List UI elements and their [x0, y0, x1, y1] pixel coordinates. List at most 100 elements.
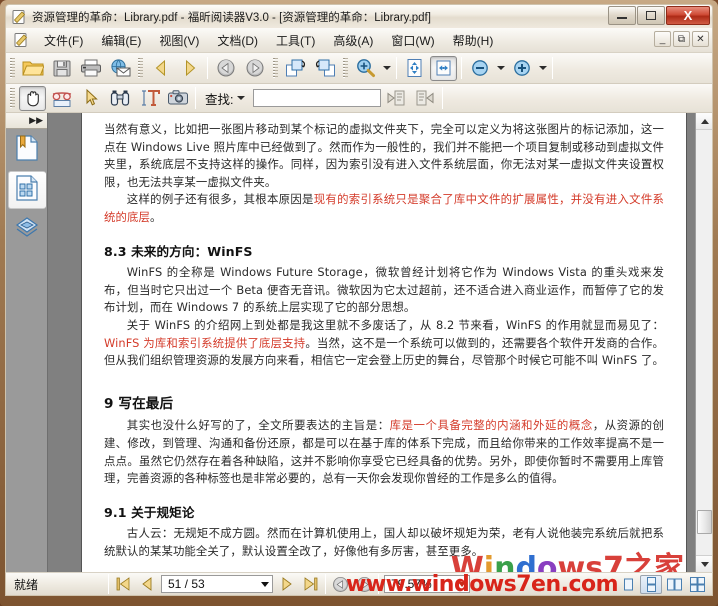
find-binoculars-button[interactable] — [106, 86, 133, 111]
tools-separator-2 — [442, 87, 444, 109]
previous-page-button[interactable] — [135, 574, 159, 594]
scroll-up-arrow-icon[interactable] — [696, 113, 712, 130]
rotate-counterclockwise-button[interactable] — [311, 56, 338, 81]
zoom-level-value: 79.57% — [391, 577, 432, 591]
zoom-dropdown-arrow[interactable] — [380, 56, 393, 81]
save-button[interactable] — [48, 56, 75, 81]
menu-document[interactable]: 文档(D) — [208, 29, 267, 52]
menu-tools[interactable]: 工具(T) — [267, 29, 324, 52]
open-file-button[interactable] — [19, 56, 46, 81]
paragraph: 当然有意义，比如把一张图片移动到某个标记的虚拟文件夹下，完全可以定义为将这张图片… — [104, 122, 664, 189]
navigation-pane: ▶▶ — [6, 113, 48, 572]
pdf-document-icon — [11, 9, 27, 25]
status-bar: 就绪 51 / 53 79.57% www.windows7en.com — [5, 572, 713, 596]
tools-toolbar: 查找: — [6, 84, 712, 113]
print-button[interactable] — [77, 56, 104, 81]
find-previous-button[interactable] — [382, 86, 409, 111]
last-page-button[interactable] — [299, 574, 323, 594]
close-button[interactable]: X — [666, 6, 710, 25]
minimize-button[interactable] — [608, 6, 636, 25]
section-heading: 9.1 关于规矩论 — [104, 504, 195, 520]
find-dropdown-arrow[interactable] — [234, 86, 247, 111]
tools-toolbar-grip[interactable] — [10, 87, 15, 109]
facing-view-button[interactable] — [663, 575, 685, 594]
toolbar-grip-2[interactable] — [138, 57, 143, 79]
chevron-down-icon[interactable] — [458, 582, 466, 587]
reading-glasses-button[interactable] — [48, 86, 75, 111]
zoom-in-dropdown-arrow[interactable] — [536, 56, 549, 81]
hand-tool-button[interactable] — [19, 85, 46, 111]
continuous-view-button[interactable] — [640, 574, 662, 594]
close-icon: X — [683, 8, 693, 23]
pdf-page: 当然有意义，比如把一张图片移动到某个标记的虚拟文件夹下，完全可以定义为将这张图片… — [82, 113, 686, 572]
history-back-button[interactable] — [328, 574, 352, 594]
scroll-down-arrow-icon[interactable] — [696, 555, 712, 572]
toolbar-separator-4 — [552, 57, 553, 79]
document-workspace: ▶▶ 当然有意义，比如把一张图片移动到某个标记的虚拟文件夹下，完全可以定义为将这… — [6, 113, 712, 572]
paragraph: 其实也没什么好写的了，全文所要表达的主旨是：库是一个具备完整的内涵和外延的概念，… — [104, 418, 665, 486]
first-page-button[interactable] — [111, 574, 135, 594]
single-page-view-button[interactable] — [617, 575, 639, 594]
fit-width-button[interactable] — [430, 55, 457, 81]
mdi-controls: _ ⧉ ✕ — [654, 31, 709, 47]
zoom-tool-button[interactable] — [352, 56, 379, 81]
page-number-value: 51 / 53 — [168, 577, 205, 591]
rotate-clockwise-button[interactable] — [282, 56, 309, 81]
next-page-button[interactable] — [176, 56, 203, 81]
text-select-button[interactable] — [135, 86, 162, 111]
search-input[interactable] — [253, 89, 382, 107]
scroll-thumb[interactable] — [697, 510, 712, 534]
client-area: 文件(F) 编辑(E) 视图(V) 文档(D) 工具(T) 高级(A) 窗口(W… — [5, 28, 713, 572]
vertical-scrollbar[interactable] — [695, 113, 712, 572]
select-arrow-button[interactable] — [77, 86, 104, 111]
menu-window[interactable]: 窗口(W) — [382, 29, 443, 52]
section-heading: 9 写在最后 — [104, 395, 174, 412]
page-viewport[interactable]: 当然有意义，比如把一张图片移动到某个标记的虚拟文件夹下，完全可以定义为将这张图片… — [48, 113, 695, 572]
find-next-button[interactable] — [411, 86, 438, 111]
previous-page-button[interactable] — [147, 56, 174, 81]
sidebar-item-pages[interactable] — [7, 171, 46, 209]
menu-edit[interactable]: 编辑(E) — [92, 29, 150, 52]
maximize-button[interactable] — [637, 6, 665, 25]
status-separator-2 — [325, 574, 326, 594]
paragraph: 这样的例子还有很多，其根本原因是现有的索引系统只是聚合了库中文件的扩展属性，并没… — [104, 192, 664, 224]
window-title: 资源管理的革命：Library.pdf - 福昕阅读器V3.0 - [资源管理的… — [32, 11, 431, 24]
paragraph: WinFS 的全称是 Windows Future Storage，微软曾经计划… — [104, 265, 664, 315]
zoom-level-field[interactable]: 79.57% — [384, 575, 470, 593]
tools-separator — [195, 87, 196, 109]
status-separator-1 — [108, 574, 109, 594]
forward-view-button[interactable] — [241, 56, 268, 81]
zoom-in-button[interactable] — [508, 56, 535, 81]
mdi-close-button[interactable]: ✕ — [692, 31, 709, 47]
toolbar-separator-1 — [207, 57, 208, 79]
continuous-facing-view-button[interactable] — [686, 575, 708, 594]
back-view-button[interactable] — [212, 56, 239, 81]
toolbar-grip-3[interactable] — [273, 57, 278, 79]
toolbar-grip[interactable] — [10, 57, 15, 79]
mdi-minimize-button[interactable]: _ — [654, 31, 671, 47]
next-page-button[interactable] — [275, 574, 299, 594]
toolbar-grip-4[interactable] — [343, 57, 348, 79]
status-message: 就绪 — [14, 577, 39, 592]
title-bar: 资源管理的革命：Library.pdf - 福昕阅读器V3.0 - [资源管理的… — [5, 4, 713, 28]
page-number-field[interactable]: 51 / 53 — [161, 575, 273, 593]
menu-advanced[interactable]: 高级(A) — [324, 29, 382, 52]
application-window: 资源管理的革命：Library.pdf - 福昕阅读器V3.0 - [资源管理的… — [0, 0, 718, 606]
double-chevron-right-icon[interactable]: ▶▶ — [29, 116, 43, 125]
snapshot-button[interactable] — [164, 86, 191, 111]
menu-view[interactable]: 视图(V) — [150, 29, 208, 52]
sidebar-item-layers[interactable] — [8, 211, 46, 249]
paragraph: 关于 WinFS 的介绍网上到处都是我这里就不多废话了，从 8.2 节来看，Wi… — [104, 317, 664, 368]
menu-help[interactable]: 帮助(H) — [444, 29, 503, 52]
email-button[interactable] — [106, 56, 133, 81]
mdi-restore-button[interactable]: ⧉ — [673, 31, 690, 47]
history-forward-button[interactable] — [352, 574, 376, 594]
zoom-out-dropdown-arrow[interactable] — [494, 56, 507, 81]
sidebar-item-bookmarks[interactable] — [8, 131, 46, 169]
chevron-down-icon[interactable] — [261, 582, 269, 587]
fit-page-button[interactable] — [401, 56, 428, 81]
menu-bar: 文件(F) 编辑(E) 视图(V) 文档(D) 工具(T) 高级(A) 窗口(W… — [6, 28, 712, 53]
menu-file[interactable]: 文件(F) — [35, 29, 92, 52]
zoom-out-button[interactable] — [466, 56, 493, 81]
paragraph: 古人云：无规矩不成方圆。然而在计算机使用上，国人却以破坏规矩为荣，老有人说他装完… — [104, 526, 664, 558]
